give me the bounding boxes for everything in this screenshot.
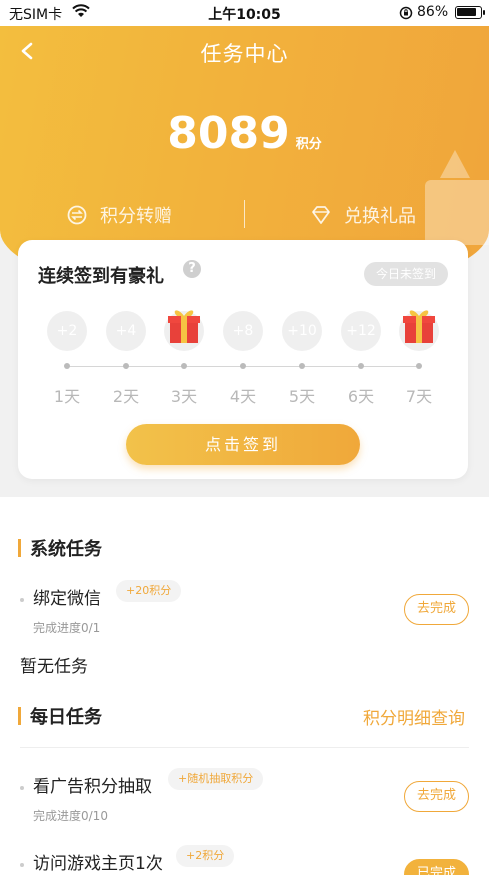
day-label: 6天 xyxy=(347,387,375,406)
clock: 上午10:05 xyxy=(208,7,281,23)
points-display: 8089 积分 xyxy=(0,108,489,159)
day-dot xyxy=(181,363,187,369)
exchange-label: 兑换礼品 xyxy=(344,206,416,227)
task-item: 访问游戏主页1次 +2积分 已完成 xyxy=(0,845,489,875)
day-dot xyxy=(416,363,422,369)
task-name: 访问游戏主页1次 xyxy=(33,854,163,874)
back-arrow-icon[interactable] xyxy=(14,36,42,66)
reward-bubble: +10 xyxy=(282,311,322,351)
points-unit: 积分 xyxy=(295,137,322,152)
day-label: 7天 xyxy=(405,387,433,406)
battery-icon xyxy=(455,6,485,19)
day-label: 3天 xyxy=(170,387,198,406)
task-action-button[interactable]: 去完成 xyxy=(404,781,469,812)
daily-tasks-header: 每日任务 xyxy=(18,704,102,728)
reward-bubble: +2 xyxy=(47,311,87,351)
page-title: 任务中心 xyxy=(200,42,289,66)
sign-in-button[interactable]: 点击签到 xyxy=(126,424,360,465)
reward-bubble: +4 xyxy=(106,311,146,351)
section-title: 每日任务 xyxy=(30,707,102,728)
task-action-button[interactable]: 已完成 xyxy=(404,859,469,875)
reward-bubble: +12 xyxy=(341,311,381,351)
task-action-button[interactable]: 去完成 xyxy=(404,594,469,625)
task-item: 绑定微信 +20积分 完成进度0/1 去完成 xyxy=(0,580,489,644)
day-dot xyxy=(123,363,129,369)
battery-percent: 86% xyxy=(417,4,449,20)
sign-in-card: 连续签到有豪礼 ? 今日未签到 +2 1天 +4 2天 3天 +8 4天 +10… xyxy=(18,240,468,479)
day-3: 3天 xyxy=(164,310,204,411)
transfer-points-button[interactable]: 积分转赠 xyxy=(66,198,172,232)
empty-task-text: 暂无任务 xyxy=(20,657,88,677)
task-reward-badge: +随机抽取积分 xyxy=(168,768,264,790)
points-actions: 积分转赠 兑换礼品 xyxy=(0,198,489,232)
day-dot xyxy=(358,363,364,369)
points-detail-link[interactable]: 积分明细查询 xyxy=(363,704,465,729)
day-6: +12 6天 xyxy=(341,311,381,411)
points-value: 8089 xyxy=(167,108,290,159)
task-reward-badge: +20积分 xyxy=(116,580,182,602)
task-bullet xyxy=(20,863,24,867)
status-bar: 无SIM卡 上午10:05 86% xyxy=(0,0,489,26)
task-bullet xyxy=(20,598,24,602)
sign-in-title: 连续签到有豪礼 xyxy=(38,266,164,287)
gift-icon xyxy=(403,310,435,343)
day-dot xyxy=(299,363,305,369)
orientation-lock-icon xyxy=(399,6,413,20)
task-reward-badge: +2积分 xyxy=(176,845,235,867)
day-2: +4 2天 xyxy=(106,311,146,411)
task-progress: 完成进度0/10 xyxy=(33,809,108,823)
reward-bubble: +8 xyxy=(223,311,263,351)
task-name: 看广告积分抽取 xyxy=(33,777,152,797)
transfer-icon xyxy=(67,205,87,225)
divider xyxy=(20,747,469,748)
gift-icon xyxy=(168,310,200,343)
day-label: 5天 xyxy=(288,387,316,406)
day-label: 4天 xyxy=(229,387,257,406)
day-7: 7天 xyxy=(399,310,439,411)
day-label: 1天 xyxy=(53,387,81,406)
day-label: 2天 xyxy=(112,387,140,406)
help-icon[interactable]: ? xyxy=(183,260,201,278)
task-name: 绑定微信 xyxy=(33,589,101,609)
section-accent-bar xyxy=(18,707,21,725)
sign-in-status-badge: 今日未签到 xyxy=(364,262,448,286)
transfer-label: 积分转赠 xyxy=(100,206,172,227)
section-title: 系统任务 xyxy=(30,539,102,560)
day-dot xyxy=(64,363,70,369)
task-item: 看广告积分抽取 +随机抽取积分 完成进度0/10 去完成 xyxy=(0,768,489,832)
day-1: +2 1天 xyxy=(47,311,87,411)
actions-divider xyxy=(244,200,245,228)
day-dot xyxy=(240,363,246,369)
system-tasks-header: 系统任务 xyxy=(18,536,102,560)
section-accent-bar xyxy=(18,539,21,557)
day-4: +8 4天 xyxy=(223,311,263,411)
diamond-icon xyxy=(312,206,330,224)
day-5: +10 5天 xyxy=(282,311,322,411)
task-progress: 完成进度0/1 xyxy=(33,621,101,635)
exchange-gift-button[interactable]: 兑换礼品 xyxy=(310,198,416,232)
nav-bar: 任务中心 xyxy=(0,26,489,76)
task-bullet xyxy=(20,786,24,790)
